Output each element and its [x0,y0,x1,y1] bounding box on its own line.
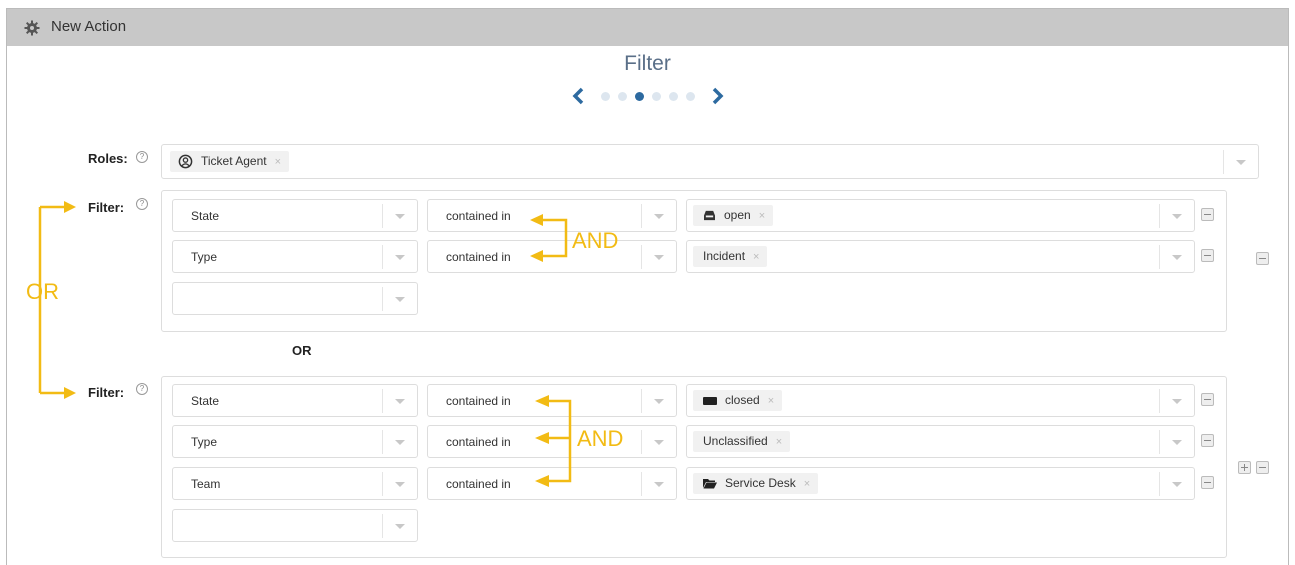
value-token-label: Incident [703,249,746,263]
pager-dot[interactable] [618,92,627,101]
filter-2-value-2[interactable]: Unclassified × [686,425,1195,458]
remove-row-button[interactable] [1201,393,1214,406]
filter-2-value-1[interactable]: closed × [686,384,1195,417]
filter-2-new-attribute[interactable] [172,509,418,542]
value-token-label: Unclassified [703,434,768,448]
role-token-label: Ticket Agent [201,154,267,168]
attribute-value: State [191,394,220,408]
filter-2-attribute-1[interactable]: State [172,384,418,417]
value-token-label: closed [725,393,760,407]
filter-1-value-1[interactable]: open × [686,199,1195,232]
chevron-right-icon[interactable] [711,86,725,106]
remove-row-button[interactable] [1201,208,1214,221]
dropdown-caret[interactable] [641,245,676,269]
dropdown-caret[interactable] [1159,472,1194,496]
filter-1-attribute-2[interactable]: Type [172,240,418,273]
filter-label-1: Filter: [88,200,125,215]
dropdown-caret[interactable] [382,472,417,496]
operator-value: contained in [446,394,511,408]
filter-label-2: Filter: [88,385,125,400]
dropdown-caret[interactable] [641,472,676,496]
pager-dot[interactable] [652,92,661,101]
or-annotation: OR [26,279,59,304]
filter-1-operator-2[interactable]: contained in [427,240,677,273]
pager-dot[interactable] [686,92,695,101]
attribute-value: Team [191,477,221,491]
help-icon[interactable]: ? [136,383,148,395]
inbox-icon [704,211,715,221]
pager-dot[interactable] [635,92,644,101]
or-separator: OR [292,343,312,358]
value-token: Unclassified × [693,431,791,452]
role-token: Ticket Agent × [170,151,290,172]
remove-filter-button[interactable] [1256,461,1269,474]
value-token: open × [693,205,774,226]
attribute-value: State [191,209,220,223]
add-filter-button[interactable] [1238,461,1251,474]
dropdown-caret[interactable] [382,287,417,311]
filter-1-attribute-1[interactable]: State [172,199,418,232]
chevron-left-icon[interactable] [571,86,585,106]
dropdown-caret[interactable] [641,389,676,413]
user-circle-icon [178,154,193,169]
remove-row-button[interactable] [1201,434,1214,447]
dropdown-caret[interactable] [382,245,417,269]
pager-dot[interactable] [669,92,678,101]
gear-icon [24,20,40,36]
value-token: Incident × [693,246,768,267]
roles-select[interactable]: Ticket Agent × [161,144,1259,179]
operator-value: contained in [446,477,511,491]
dropdown-caret[interactable] [1159,389,1194,413]
title-bar: New Action [7,9,1288,46]
filter-1-value-2[interactable]: Incident × [686,240,1195,273]
remove-token-icon[interactable]: × [768,395,774,407]
dropdown-caret[interactable] [382,430,417,454]
dropdown-caret[interactable] [1223,150,1258,174]
roles-label: Roles: [88,151,128,166]
dropdown-caret[interactable] [1159,430,1194,454]
dropdown-caret[interactable] [1159,245,1194,269]
filter-2-attribute-2[interactable]: Type [172,425,418,458]
value-token: closed × [693,390,783,411]
filter-2-operator-2[interactable]: contained in [427,425,677,458]
value-token: Service Desk × [693,473,819,494]
remove-token-icon[interactable]: × [753,251,759,263]
remove-row-button[interactable] [1201,249,1214,262]
filter-2-operator-1[interactable]: contained in [427,384,677,417]
operator-value: contained in [446,209,511,223]
help-icon[interactable]: ? [136,198,148,210]
remove-filter-button[interactable] [1256,252,1269,265]
dropdown-caret[interactable] [1159,204,1194,228]
value-token-label: open [724,208,751,222]
help-icon[interactable]: ? [136,151,148,163]
dropdown-caret[interactable] [382,204,417,228]
remove-row-button[interactable] [1201,476,1214,489]
filter-2-attribute-3[interactable]: Team [172,467,418,500]
remove-token-icon[interactable]: × [776,436,782,448]
remove-token-icon[interactable]: × [759,210,765,222]
filter-1-new-attribute[interactable] [172,282,418,315]
filter-1-operator-1[interactable]: contained in [427,199,677,232]
value-token-label: Service Desk [725,476,796,490]
window-title: New Action [51,18,127,35]
folder-icon [703,479,717,489]
dropdown-caret[interactable] [382,514,417,538]
dropdown-caret[interactable] [641,204,676,228]
and-annotation-1: AND [572,228,619,253]
filter-2-value-3[interactable]: Service Desk × [686,467,1195,500]
filter-2-operator-3[interactable]: contained in [427,467,677,500]
pager-dot[interactable] [601,92,610,101]
operator-value: contained in [446,250,511,264]
remove-token-icon[interactable]: × [804,478,810,490]
and-annotation-2: AND [577,426,624,451]
wizard-pager [568,84,728,108]
closed-icon [703,396,717,405]
dropdown-caret[interactable] [382,389,417,413]
dropdown-caret[interactable] [641,430,676,454]
attribute-value: Type [191,435,218,449]
operator-value: contained in [446,435,511,449]
remove-token-icon[interactable]: × [275,156,281,168]
page-heading: Filter [624,52,671,75]
attribute-value: Type [191,250,218,264]
